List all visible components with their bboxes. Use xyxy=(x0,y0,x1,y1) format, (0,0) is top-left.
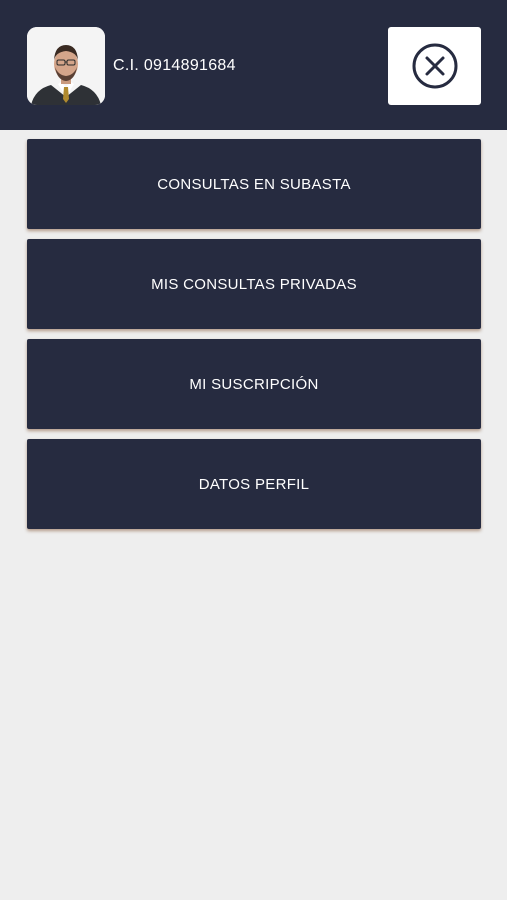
menu-item-label: MIS CONSULTAS PRIVADAS xyxy=(151,275,357,293)
profile-photo xyxy=(27,27,105,105)
menu-item-datos-perfil[interactable]: DATOS PERFIL xyxy=(27,439,481,529)
main-menu: CONSULTAS EN SUBASTA MIS CONSULTAS PRIVA… xyxy=(27,139,481,539)
user-id-label: C.I. 0914891684 xyxy=(113,57,236,74)
avatar[interactable] xyxy=(27,27,105,105)
close-circle-icon xyxy=(412,43,458,89)
menu-item-label: MI SUSCRIPCIÓN xyxy=(189,375,319,393)
menu-item-mi-suscripcion[interactable]: MI SUSCRIPCIÓN xyxy=(27,339,481,429)
menu-item-consultas-subasta[interactable]: CONSULTAS EN SUBASTA xyxy=(27,139,481,229)
menu-item-label: DATOS PERFIL xyxy=(198,475,310,493)
menu-item-label: CONSULTAS EN SUBASTA xyxy=(157,175,351,193)
menu-item-mis-consultas-privadas[interactable]: MIS CONSULTAS PRIVADAS xyxy=(27,239,481,329)
close-button[interactable] xyxy=(388,27,481,105)
app-header: C.I. 0914891684 xyxy=(0,0,507,130)
